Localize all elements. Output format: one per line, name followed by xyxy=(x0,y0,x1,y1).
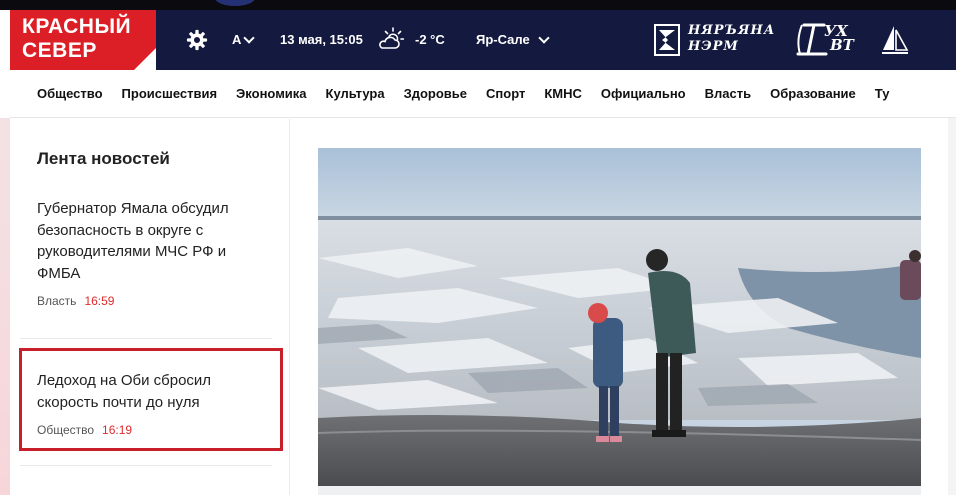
partner2-letter-mark xyxy=(796,23,828,56)
nav-item[interactable]: Культура xyxy=(326,86,385,102)
news-divider xyxy=(20,338,272,339)
browser-top-strip xyxy=(0,0,956,10)
news-item-category: Власть xyxy=(37,294,77,308)
nav-item[interactable]: Образование xyxy=(770,86,856,102)
nav-item[interactable]: Официально xyxy=(601,86,686,102)
news-item-time: 16:59 xyxy=(84,294,115,308)
logo-line-1: КРАСНЫЙ xyxy=(22,15,132,38)
ice-drift-photo xyxy=(318,148,921,486)
logo-line-2: СЕВЕР xyxy=(22,39,97,62)
site-logo[interactable]: КРАСНЫЙ СЕВЕР xyxy=(10,10,156,70)
nav-item[interactable]: Власть xyxy=(705,86,751,102)
nav-item[interactable]: Здоровье xyxy=(404,86,467,102)
news-divider xyxy=(20,465,272,466)
city-name: Яр-Сале xyxy=(476,32,530,47)
font-size-label: А xyxy=(232,32,242,47)
news-item-title: Губернатор Ямала обсудил безопасность в … xyxy=(37,200,229,282)
partner2-line-2: ВТ xyxy=(830,36,854,54)
nav-item[interactable]: Общество xyxy=(37,86,103,102)
category-nav: Общество Происшествия Экономика Культура Здо… xyxy=(10,70,956,118)
site-header: КРАСНЫЙ СЕВЕР А 13 мая, 15:05 -2 °C Яр-С… xyxy=(10,10,956,70)
chevron-down-icon xyxy=(243,32,256,44)
category-nav-list: Общество Происшествия Экономика Культура Здо… xyxy=(37,86,889,102)
nyaryana-nerm-logo-icon xyxy=(654,24,680,56)
chevron-down-icon xyxy=(538,32,550,44)
left-edge-strip xyxy=(0,118,10,495)
sail-icon xyxy=(882,26,909,54)
nav-item[interactable]: Экономика xyxy=(236,86,307,102)
partner-logo-lukh-avt[interactable]: УХ ВТ xyxy=(794,20,914,60)
nav-item[interactable]: Происшествия xyxy=(122,86,218,102)
top-decoration xyxy=(215,0,255,6)
news-item[interactable]: Губернатор Ямала обсудил безопасность в … xyxy=(37,198,267,308)
nav-item[interactable]: Ту xyxy=(875,86,890,102)
logo-corner-mark xyxy=(134,48,156,70)
nav-item[interactable]: Спорт xyxy=(486,86,525,102)
font-size-toggle[interactable]: А xyxy=(232,32,256,48)
right-edge xyxy=(948,118,956,495)
photo-caption-strip xyxy=(318,486,921,495)
gear-icon[interactable] xyxy=(186,29,208,51)
weather-partly-cloudy-icon xyxy=(379,27,404,49)
current-datetime: 13 мая, 15:05 xyxy=(280,32,363,47)
news-item-meta: Власть 16:59 xyxy=(37,294,267,308)
city-selector[interactable]: Яр-Сале xyxy=(476,32,550,48)
temperature-readout: -2 °C xyxy=(415,32,445,47)
nav-item[interactable]: КМНС xyxy=(544,86,582,102)
partner-logo-nyaryana-nerm[interactable]: НЯРЪЯНА НЭРМ xyxy=(654,22,794,58)
news-feed-title: Лента новостей xyxy=(37,149,170,168)
partner1-line-1: НЯРЪЯНА xyxy=(688,23,776,38)
lead-news-photo[interactable] xyxy=(318,148,921,486)
partner1-line-2: НЭРМ xyxy=(688,39,739,54)
highlight-frame xyxy=(19,348,283,451)
